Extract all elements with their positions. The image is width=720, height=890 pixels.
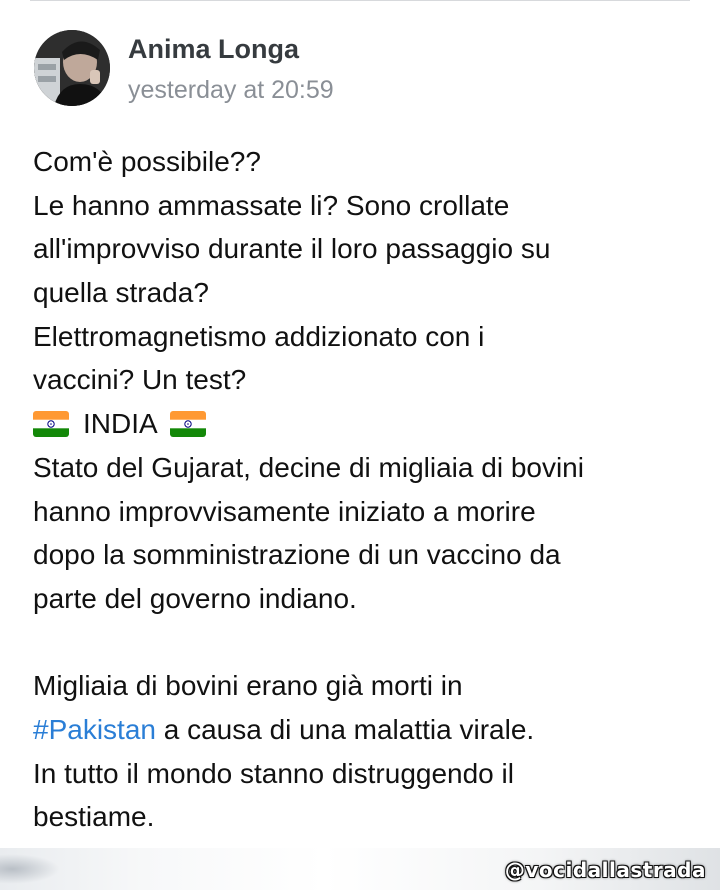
post-line: In tutto il mondo stanno distruggendo il [33,757,514,789]
india-line: INDIA [33,402,703,446]
post-line: Migliaia di bovini erano già morti in [33,670,463,702]
bottom-strip: @vocidallastrada [0,848,720,890]
post-text: Com'è possibile?? Le hanno ammassate li?… [33,140,703,839]
profile-photo [34,30,110,106]
image-edge [0,854,60,884]
post-line-rest: a causa di una malattia virale. [155,713,535,745]
post-line: vaccini? Un test? [33,364,247,396]
post-line: bestiame. [33,801,155,833]
india-flag-icon [33,411,69,438]
hashtag-link[interactable]: #Pakistan [33,714,156,745]
india-flag-icon [169,411,206,438]
post-line: parte del governo indiano. [33,582,357,614]
watermark: @vocidallastrada [504,858,706,882]
avatar[interactable] [34,30,110,106]
paragraph-break [33,621,703,665]
post-line: hanno improvvisamente iniziato a morire [33,495,536,527]
post-line: Stato del Gujarat, decine di migliaia di… [33,451,584,483]
india-label: INDIA [83,408,158,440]
author-name[interactable]: Anima Longa [128,34,299,65]
post-timestamp[interactable]: yesterday at 20:59 [128,76,334,105]
post-line: quella strada? [33,277,209,309]
post-line: Com'è possibile?? [33,146,261,177]
post-line: all'improvviso durante il loro passaggio… [33,233,551,265]
post-line: Le hanno ammassate li? Sono crollate [33,189,510,221]
top-divider [30,0,690,1]
post-line: Elettromagnetismo addizionato con i [33,320,485,352]
post-line: dopo la somministrazione di un vaccino d… [33,539,561,571]
post-line: #Pakistan a causa di una malattia virale… [33,708,703,752]
